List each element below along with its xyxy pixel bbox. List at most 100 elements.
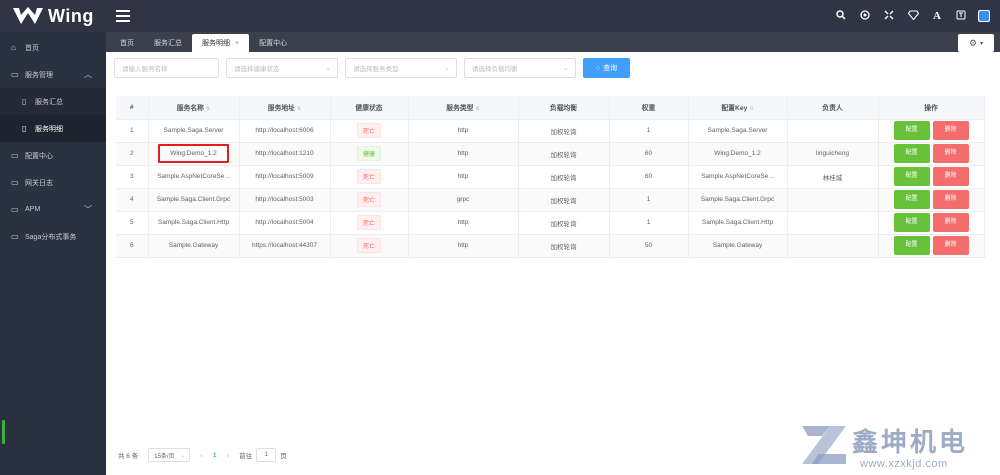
table-row: 3 Sample.AspNetCoreSe... http://localhost:… — [116, 165, 985, 189]
sidebar-item-service-management[interactable]: ▭ 服务管理 ︿ — [0, 61, 106, 88]
config-button[interactable]: 配置 — [893, 121, 930, 140]
gear-icon: ⚙ — [968, 37, 978, 48]
delete-button[interactable]: 删除 — [932, 167, 969, 186]
status-indicator — [2, 420, 5, 444]
target-icon[interactable] — [858, 9, 872, 23]
total-count: 共 6 条 — [118, 453, 139, 460]
status-badge: 死亡 — [356, 169, 381, 184]
sidebar-item-label: 首页 — [25, 44, 39, 52]
col-header-service-address[interactable]: 服务地址 ⇅ — [239, 96, 331, 120]
chevron-down-icon: ⌄ — [325, 65, 331, 72]
cell-health: 死亡 — [330, 165, 409, 189]
tab-config-center[interactable]: 配置中心 — [249, 34, 297, 52]
delete-button[interactable]: 删除 — [932, 213, 969, 232]
sidebar-item-label: 服务管理 — [25, 71, 53, 79]
col-header-index: # — [116, 96, 149, 120]
next-page-icon[interactable]: › — [227, 451, 230, 460]
tab-label: 首页 — [120, 40, 134, 47]
cell-owner — [787, 119, 879, 143]
service-name-input[interactable]: 请输入服务名称 — [114, 58, 219, 78]
cell-service-name: Sample.Saga.Server — [148, 119, 240, 143]
delete-button[interactable]: 删除 — [932, 190, 969, 209]
window-icon[interactable] — [978, 10, 990, 22]
page-number[interactable]: 1 — [213, 452, 217, 459]
query-button[interactable]: ○ 查询 — [583, 58, 630, 78]
search-icon[interactable] — [834, 9, 848, 23]
col-header-service-name[interactable]: 服务名称 ⇅ — [148, 96, 240, 120]
tab-service-summary[interactable]: 服务汇总 — [144, 34, 192, 52]
watermark-url: www.xzxkjd.com — [860, 458, 948, 470]
diamond-icon[interactable] — [906, 9, 920, 23]
health-status-select[interactable]: 请选择健康状态 ⌄ — [226, 58, 338, 78]
service-type-select[interactable]: 请选择服务类型 ⌄ — [345, 58, 457, 78]
config-button[interactable]: 配置 — [893, 190, 930, 209]
sidebar-item-saga[interactable]: ▭ Saga分布式事务 — [0, 223, 106, 250]
cell-actions: 配置 删除 — [878, 234, 985, 258]
font-icon[interactable]: A — [930, 10, 944, 22]
goto-page-input[interactable]: 1 — [256, 448, 277, 462]
page-size-select[interactable]: 15条/页 ⌄ — [148, 448, 191, 462]
sidebar-item-apm[interactable]: ▭ APM ﹀ — [0, 196, 106, 223]
caret-down-icon: ▾ — [980, 40, 984, 47]
goto-label: 前往 — [239, 453, 253, 460]
sort-icon[interactable]: ⇅ — [206, 106, 210, 112]
translate-icon[interactable] — [954, 10, 968, 23]
search-icon: ○ — [595, 64, 601, 72]
cell-index: 6 — [116, 234, 149, 258]
cell-config-key: Sample.Saga.Client.Grpc — [688, 188, 788, 212]
sidebar-item-home[interactable]: ⌂ 首页 — [0, 34, 106, 61]
tab-settings-button[interactable]: ⚙ ▾ — [958, 34, 994, 52]
cell-load-balance: 加权轮询 — [518, 165, 610, 189]
cell-health: 死亡 — [330, 234, 409, 258]
cell-weight: 1 — [609, 188, 689, 212]
cell-weight: 60 — [609, 165, 689, 189]
tab-home[interactable]: 首页 — [110, 34, 144, 52]
sidebar-item-service-detail[interactable]: ▯ 服务明细 — [0, 115, 106, 142]
config-button[interactable]: 配置 — [893, 213, 930, 232]
cell-service-address: http://localhost:5003 — [239, 188, 331, 212]
folder-icon: ▭ — [11, 232, 19, 241]
sidebar-item-service-summary[interactable]: ▯ 服务汇总 — [0, 88, 106, 115]
folder-icon: ▭ — [11, 70, 19, 79]
load-balance-select[interactable]: 请选择负载均衡 ⌄ — [464, 58, 576, 78]
cell-service-type: grpc — [408, 188, 519, 212]
cell-text: Wing.Demo_1.2 — [170, 150, 217, 157]
sidebar-item-gateway-log[interactable]: ▭ 网关日志 — [0, 169, 106, 196]
tab-service-detail[interactable]: 服务明细 × — [192, 34, 250, 52]
sidebar-item-label: 服务明细 — [35, 125, 63, 133]
close-icon[interactable]: × — [235, 40, 239, 47]
sort-icon[interactable]: ⇅ — [475, 106, 479, 112]
sort-icon[interactable]: ⇅ — [297, 106, 301, 112]
delete-button[interactable]: 删除 — [932, 121, 969, 140]
chevron-down-icon: ⌄ — [180, 452, 186, 459]
fullscreen-icon[interactable] — [882, 10, 896, 23]
menu-toggle-icon[interactable] — [116, 10, 130, 22]
config-button[interactable]: 配置 — [893, 144, 930, 163]
cell-owner — [787, 188, 879, 212]
sidebar-item-label: 网关日志 — [25, 179, 53, 187]
sidebar-item-label: 服务汇总 — [35, 98, 63, 106]
status-badge: 死亡 — [356, 238, 381, 253]
col-header-config-key[interactable]: 配置Key ⇅ — [688, 96, 788, 120]
sidebar-item-label: 配置中心 — [25, 152, 53, 160]
top-toolbar: A — [834, 0, 990, 32]
table-header-row: # 服务名称 ⇅ 服务地址 ⇅ 健康状态 服务类型 ⇅ 负载均衡 权重 配置Key ⇅ … — [116, 96, 985, 120]
home-icon: ⌂ — [11, 43, 16, 52]
delete-button[interactable]: 删除 — [932, 236, 969, 255]
config-button[interactable]: 配置 — [893, 236, 930, 255]
tab-bar: 首页 服务汇总 服务明细 × 配置中心 ⚙ ▾ — [106, 32, 1000, 52]
cell-load-balance: 加权轮询 — [518, 188, 610, 212]
config-button[interactable]: 配置 — [893, 167, 930, 186]
sort-icon[interactable]: ⇅ — [749, 106, 753, 112]
sidebar-item-config-center[interactable]: ▭ 配置中心 — [0, 142, 106, 169]
table-row: 1 Sample.Saga.Server http://localhost:6006… — [116, 119, 985, 143]
app-logo[interactable]: Wing — [0, 0, 106, 32]
chevron-down-icon: ⌄ — [444, 65, 450, 72]
cell-service-name: Sample.AspNetCoreSe... — [148, 165, 240, 189]
prev-page-icon[interactable]: ‹ — [200, 451, 203, 460]
placeholder: 请输入服务名称 — [122, 66, 168, 73]
cell-service-address: https://localhost:44307 — [239, 234, 331, 258]
delete-button[interactable]: 删除 — [932, 144, 969, 163]
col-header-service-type[interactable]: 服务类型 ⇅ — [408, 96, 519, 120]
chevron-down-icon: ⌄ — [563, 65, 569, 72]
